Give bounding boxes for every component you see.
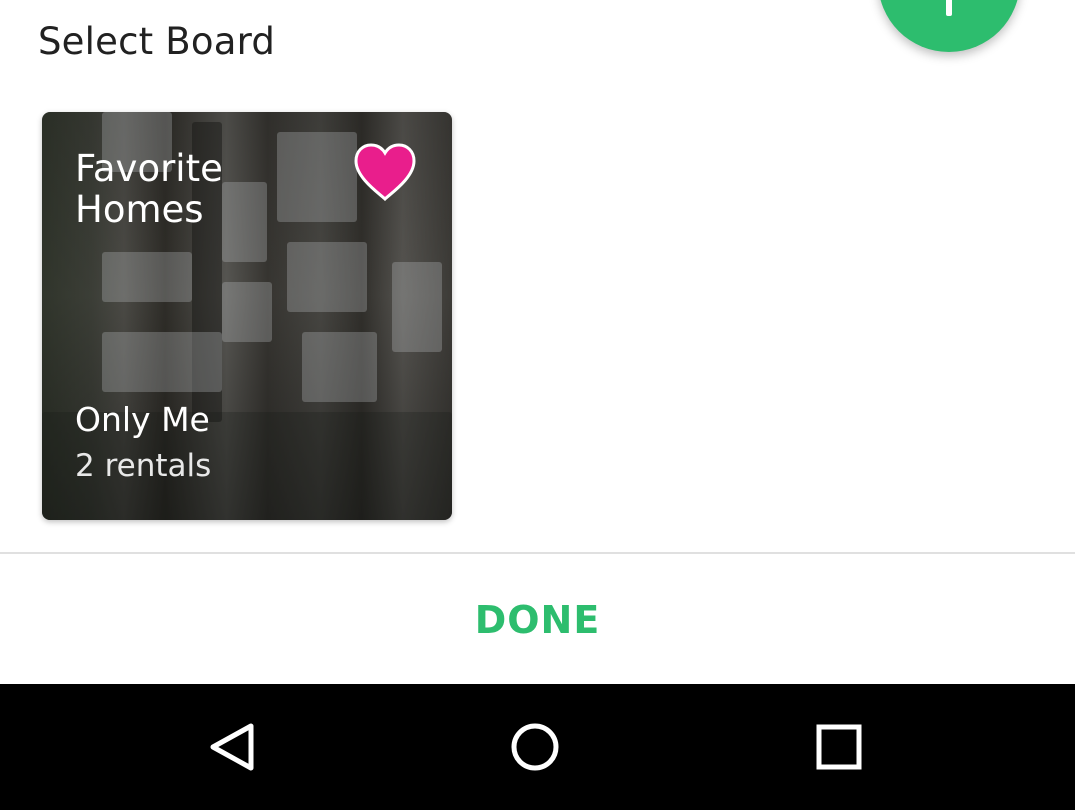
board-card-favorite-homes[interactable]: Favorite Homes Only Me 2 rentals xyxy=(42,112,452,520)
plus-icon xyxy=(946,0,952,16)
back-triangle-icon[interactable] xyxy=(207,722,257,772)
add-board-button[interactable] xyxy=(878,0,1020,52)
system-navigation-bar xyxy=(0,684,1075,810)
board-name: Favorite Homes xyxy=(75,147,223,231)
board-rental-count: 2 rentals xyxy=(75,448,212,484)
board-privacy: Only Me xyxy=(75,400,210,439)
select-board-screen: Select Board Favorite Homes Only Me 2 re… xyxy=(0,0,1075,810)
heart-icon[interactable] xyxy=(352,142,418,202)
recents-square-icon[interactable] xyxy=(814,722,864,772)
divider xyxy=(0,552,1075,554)
home-circle-icon[interactable] xyxy=(510,722,560,772)
sheet-title: Select Board xyxy=(38,20,276,63)
done-button[interactable]: DONE xyxy=(0,556,1075,684)
